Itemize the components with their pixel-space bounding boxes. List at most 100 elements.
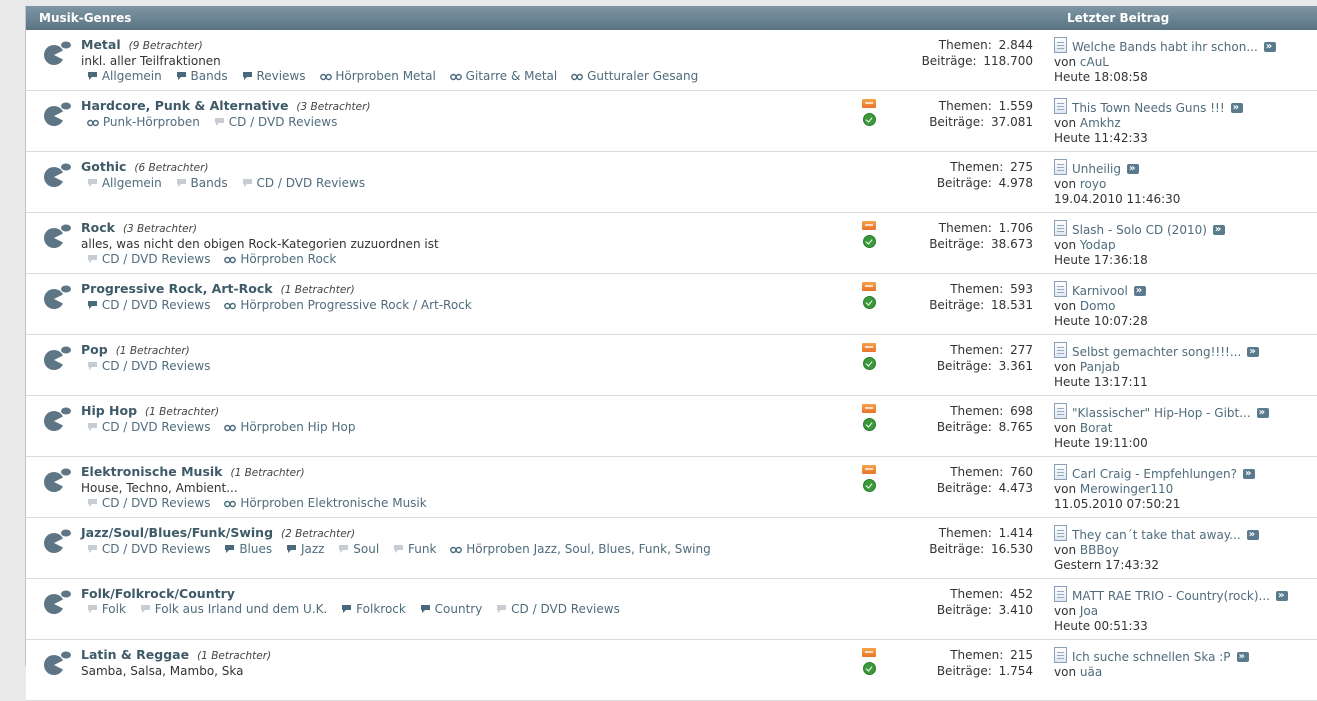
- subforum-link[interactable]: Hörproben Jazz, Soul, Blues, Funk, Swing: [450, 542, 711, 556]
- go-to-post-icon[interactable]: [1133, 283, 1146, 298]
- subforum-link[interactable]: Folkrock: [341, 602, 406, 616]
- subforum-link[interactable]: Folk: [87, 602, 126, 616]
- go-to-post-icon[interactable]: [1247, 344, 1260, 359]
- go-to-post-icon[interactable]: [1243, 466, 1256, 481]
- subforum-link[interactable]: Punk-Hörproben: [87, 115, 200, 129]
- last-post-date: Heute 18:08:58: [1054, 70, 1148, 84]
- last-post-title[interactable]: Karnivool: [1072, 284, 1128, 298]
- subforum-icon: [420, 603, 431, 618]
- posts-count: 38.673: [991, 237, 1033, 251]
- go-to-post-icon[interactable]: [1236, 649, 1249, 664]
- viewer-count: (2 Betrachter): [281, 528, 356, 540]
- subforum-link[interactable]: Hörproben Rock: [224, 252, 336, 266]
- forum-title[interactable]: Rock: [81, 220, 115, 235]
- last-post-author[interactable]: Merowinger110: [1080, 482, 1173, 496]
- rss-feed-icon[interactable]: [862, 282, 876, 291]
- forum-title[interactable]: Pop: [81, 342, 108, 357]
- go-to-post-icon[interactable]: [1127, 161, 1139, 176]
- last-post-date: 19.04.2010 11:46:30: [1054, 192, 1181, 206]
- rss-feed-icon[interactable]: [862, 648, 876, 657]
- last-post-author[interactable]: Domo: [1080, 299, 1116, 313]
- subforum-link[interactable]: Bands: [176, 176, 228, 190]
- last-post-title[interactable]: Carl Craig - Empfehlungen?: [1072, 467, 1237, 481]
- last-post-title[interactable]: This Town Needs Guns !!!: [1072, 101, 1225, 115]
- subforum-link[interactable]: Country: [420, 602, 482, 618]
- subforum-link[interactable]: Gitarre & Metal: [449, 69, 557, 83]
- forum-title[interactable]: Hardcore, Punk & Alternative: [81, 98, 288, 113]
- subforum-link[interactable]: CD / DVD Reviews: [87, 420, 210, 434]
- subforum-link[interactable]: Gutturaler Gesang: [571, 69, 698, 83]
- subforum-link[interactable]: Hörproben Progressive Rock / Art-Rock: [224, 298, 472, 312]
- forum-title[interactable]: Jazz/Soul/Blues/Funk/Swing: [81, 525, 273, 540]
- last-post-title[interactable]: "Klassischer" Hip-Hop - Gibt...: [1072, 406, 1251, 420]
- document-icon: [1054, 586, 1067, 602]
- last-post-author[interactable]: royo: [1080, 177, 1106, 191]
- forum-title[interactable]: Gothic: [81, 159, 126, 174]
- forum-title[interactable]: Progressive Rock, Art-Rock: [81, 281, 273, 296]
- last-post-author[interactable]: Panjab: [1080, 360, 1120, 374]
- go-to-post-icon[interactable]: [1256, 405, 1269, 420]
- rss-feed-icon[interactable]: [862, 465, 876, 474]
- last-post-author[interactable]: Amkhz: [1080, 116, 1121, 130]
- forum-description: Samba, Salsa, Mambo, Ska: [81, 664, 244, 678]
- subforum-link[interactable]: Bands: [176, 69, 228, 83]
- subforum-link[interactable]: Jazz: [286, 542, 324, 556]
- forum-icon: [42, 406, 72, 432]
- forum-title[interactable]: Folk/Folkrock/Country: [81, 586, 235, 601]
- forum-info: Hip Hop (1 Betrachter) CD / DVD Reviews H…: [81, 403, 841, 436]
- forum-info: Folk/Folkrock/Country Folk Folk aus Irla…: [81, 586, 841, 618]
- forum-title[interactable]: Hip Hop: [81, 403, 137, 418]
- last-post-title[interactable]: Ich suche schnellen Ska :P: [1072, 650, 1231, 664]
- subforum-label: CD / DVD Reviews: [101, 542, 211, 556]
- last-post-author[interactable]: Yodap: [1080, 238, 1116, 252]
- go-to-post-icon[interactable]: [1263, 39, 1276, 54]
- go-to-post-icon[interactable]: [1246, 527, 1259, 542]
- last-post: MATT RAE TRIO - Country(rock)...von JoaH…: [1054, 586, 1314, 634]
- forum-title[interactable]: Elektronische Musik: [81, 464, 222, 479]
- subforum-link[interactable]: CD / DVD Reviews: [87, 252, 210, 266]
- subforum-link[interactable]: Allgemein: [87, 69, 162, 83]
- subforum-link[interactable]: CD / DVD Reviews: [496, 602, 620, 616]
- last-post-title[interactable]: Slash - Solo CD (2010): [1072, 223, 1207, 237]
- subforum-link[interactable]: Hörproben Elektronische Musik: [224, 496, 427, 510]
- rss-feed-icon[interactable]: [862, 99, 876, 108]
- subforum-link[interactable]: CD / DVD Reviews: [214, 115, 337, 129]
- subforum-link[interactable]: CD / DVD Reviews: [87, 359, 210, 373]
- go-to-post-icon[interactable]: [1230, 100, 1243, 115]
- subforum-link[interactable]: Folk aus Irland und dem U.K.: [140, 602, 327, 616]
- last-post-title[interactable]: Selbst gemachter song!!!!...: [1072, 345, 1241, 359]
- subforum-link[interactable]: Allgemein: [87, 176, 162, 190]
- last-post-author[interactable]: cAuL: [1080, 55, 1109, 69]
- last-post-title[interactable]: MATT RAE TRIO - Country(rock)...: [1072, 589, 1270, 603]
- subforum-link[interactable]: CD / DVD Reviews: [242, 176, 365, 190]
- topics-count: 1.559: [998, 99, 1033, 113]
- last-post-title[interactable]: Unheilig: [1072, 162, 1121, 176]
- last-post-title[interactable]: Welche Bands habt ihr schon...: [1072, 40, 1258, 54]
- topics-label: Themen:: [938, 99, 992, 113]
- rss-feed-icon[interactable]: [862, 343, 876, 352]
- last-post-title[interactable]: They can´t take that away...: [1072, 528, 1241, 542]
- forum-title[interactable]: Metal: [81, 37, 121, 52]
- posts-count: 37.081: [991, 115, 1033, 129]
- last-post-author[interactable]: Borat: [1080, 421, 1113, 435]
- subforum-link[interactable]: Funk: [393, 542, 436, 556]
- subforum-link[interactable]: Hörproben Metal: [319, 69, 436, 83]
- subforum-label: Hörproben Hip Hop: [240, 420, 356, 434]
- last-post-author[interactable]: BBBoy: [1080, 543, 1119, 557]
- last-post-author[interactable]: uäa: [1080, 665, 1102, 679]
- subforum-link[interactable]: CD / DVD Reviews: [87, 298, 210, 312]
- subforum-icon: [242, 70, 253, 85]
- rss-feed-icon[interactable]: [862, 221, 876, 230]
- subforum-link[interactable]: Reviews: [242, 69, 306, 83]
- go-to-post-icon[interactable]: [1276, 588, 1288, 603]
- subforum-link[interactable]: Soul: [338, 542, 379, 556]
- last-post-author[interactable]: Joa: [1080, 604, 1098, 618]
- subforum-icon: [176, 70, 187, 85]
- subforum-link[interactable]: Blues: [224, 542, 272, 556]
- go-to-post-icon[interactable]: [1212, 222, 1225, 237]
- forum-title[interactable]: Latin & Reggae: [81, 647, 189, 662]
- rss-feed-icon[interactable]: [862, 404, 876, 413]
- subforum-link[interactable]: CD / DVD Reviews: [87, 542, 210, 556]
- subforum-link[interactable]: CD / DVD Reviews: [87, 496, 210, 510]
- subforum-link[interactable]: Hörproben Hip Hop: [224, 420, 355, 434]
